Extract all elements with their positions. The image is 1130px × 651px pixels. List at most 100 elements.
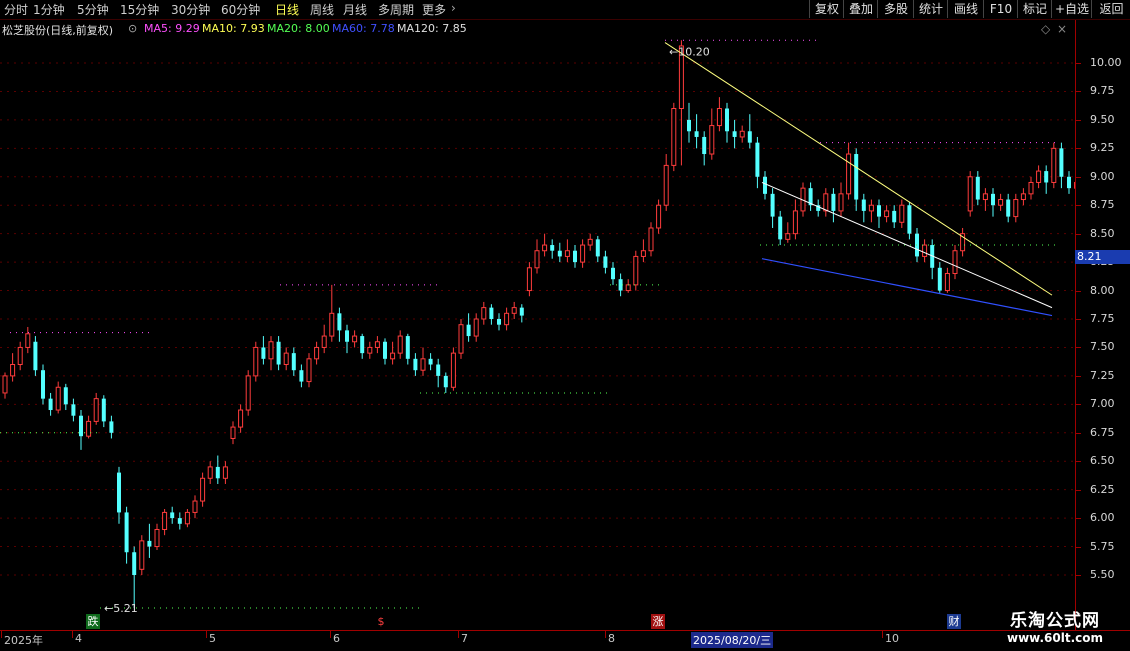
candle-body — [56, 387, 60, 410]
close-icon[interactable]: × — [1057, 22, 1067, 36]
f10-button[interactable]: F10 — [983, 0, 1018, 18]
candle-body — [839, 194, 843, 211]
multi-stock-button[interactable]: 多股 — [877, 0, 914, 18]
cai-badge[interactable]: 财 — [947, 614, 961, 629]
candle-body — [778, 217, 782, 240]
upper-trendline — [665, 43, 1052, 296]
candlestick-chart[interactable]: ←10.20←5.21 — [0, 38, 1075, 630]
candle-body — [337, 313, 341, 330]
price-tick-label: 8.00 — [1090, 284, 1115, 297]
candle-body — [573, 251, 577, 262]
candle-body — [132, 552, 136, 575]
candle-body — [672, 109, 676, 166]
ma60-value: MA60: 7.78 — [332, 22, 395, 35]
candle-body — [558, 251, 562, 257]
candle-body — [1067, 177, 1071, 188]
period-multi[interactable]: 多周期 — [378, 1, 414, 18]
candle-body — [527, 268, 531, 291]
candle-body — [292, 353, 296, 370]
candle-body — [239, 410, 243, 427]
mark-button[interactable]: 标记 — [1017, 0, 1052, 18]
zhang-badge[interactable]: 涨 — [651, 614, 665, 629]
stats-button[interactable]: 统计 — [913, 0, 948, 18]
price-tick-label: 5.75 — [1090, 540, 1115, 553]
period-15min[interactable]: 15分钟 — [120, 1, 159, 18]
candle-body — [360, 336, 364, 353]
candle-body — [231, 427, 235, 438]
candle-body — [786, 234, 790, 240]
candle-body — [41, 370, 45, 398]
price-tick-label: 6.75 — [1090, 426, 1115, 439]
period-1min[interactable]: 1分钟 — [33, 1, 65, 18]
candle-body — [18, 347, 22, 364]
candle-body — [261, 347, 265, 358]
stock-title: 松芝股份(日线,前复权) — [2, 22, 113, 38]
candle-body — [71, 404, 75, 415]
candle-body — [178, 518, 182, 524]
settings-circle-icon[interactable]: ⊙ — [128, 22, 137, 35]
candle-body — [854, 154, 858, 200]
candle-body — [938, 268, 942, 291]
period-weekly[interactable]: 周线 — [310, 1, 334, 18]
candle-body — [1037, 171, 1041, 182]
candle-body — [429, 359, 433, 365]
watermark-url: www.60lt.com — [985, 631, 1125, 645]
candle-body — [892, 211, 896, 222]
candle-body — [155, 529, 159, 546]
overlay-button[interactable]: 叠加 — [843, 0, 878, 18]
candle-body — [634, 256, 638, 284]
candle-body — [505, 313, 509, 324]
add-watchlist-button[interactable]: +自选 — [1051, 0, 1092, 18]
candle-body — [763, 177, 767, 194]
candle-body — [444, 376, 448, 387]
candle-body — [1014, 200, 1018, 217]
candle-body — [49, 399, 53, 410]
date-month-8: 8 — [608, 632, 615, 645]
candle-body — [953, 251, 957, 274]
candle-body — [147, 541, 151, 547]
candle-body — [771, 194, 775, 217]
candle-body — [216, 467, 220, 478]
draw-line-button[interactable]: 画线 — [947, 0, 984, 18]
candle-body — [223, 467, 227, 478]
candle-body — [520, 308, 524, 316]
candle-body — [451, 353, 455, 387]
period-30min[interactable]: 30分钟 — [171, 1, 210, 18]
diamond-icon[interactable]: ◇ — [1041, 22, 1050, 36]
dollar-badge[interactable]: $ — [374, 614, 388, 629]
period-5min[interactable]: 5分钟 — [77, 1, 109, 18]
candle-body — [467, 325, 471, 336]
period-monthly[interactable]: 月线 — [343, 1, 367, 18]
period-fenshi[interactable]: 分时 — [4, 1, 28, 18]
candle-body — [398, 336, 402, 353]
period-more[interactable]: 更多 — [422, 1, 446, 18]
candle-body — [687, 120, 691, 131]
candle-body — [322, 336, 326, 347]
period-toolbar: 分时 1分钟 5分钟 15分钟 30分钟 60分钟 日线 周线 月线 多周期 更… — [0, 0, 1130, 20]
candle-body — [710, 126, 714, 154]
price-tick-label: 8.75 — [1090, 198, 1115, 211]
period-60min[interactable]: 60分钟 — [221, 1, 260, 18]
candle-body — [999, 200, 1003, 206]
price-tick-label: 7.25 — [1090, 369, 1115, 382]
candle-body — [87, 421, 91, 436]
candle-body — [26, 334, 30, 348]
date-month-4: 4 — [75, 632, 82, 645]
die-badge[interactable]: 跌 — [86, 614, 100, 629]
candle-body — [611, 268, 615, 279]
candle-body — [1044, 171, 1048, 182]
candle-body — [725, 109, 729, 132]
candle-body — [550, 245, 554, 251]
fuquan-button[interactable]: 复权 — [809, 0, 844, 18]
back-button[interactable]: 返回 — [1091, 0, 1130, 18]
cursor-date: 2025/08/20/三 — [691, 632, 773, 648]
candle-body — [603, 256, 607, 267]
candle-body — [375, 342, 379, 348]
period-daily[interactable]: 日线 — [275, 1, 299, 18]
candle-body — [383, 342, 387, 359]
candle-body — [664, 165, 668, 205]
candle-body — [641, 251, 645, 257]
chevron-right-icon[interactable]: › — [451, 1, 456, 15]
candle-body — [824, 194, 828, 211]
candle-body — [3, 376, 7, 393]
